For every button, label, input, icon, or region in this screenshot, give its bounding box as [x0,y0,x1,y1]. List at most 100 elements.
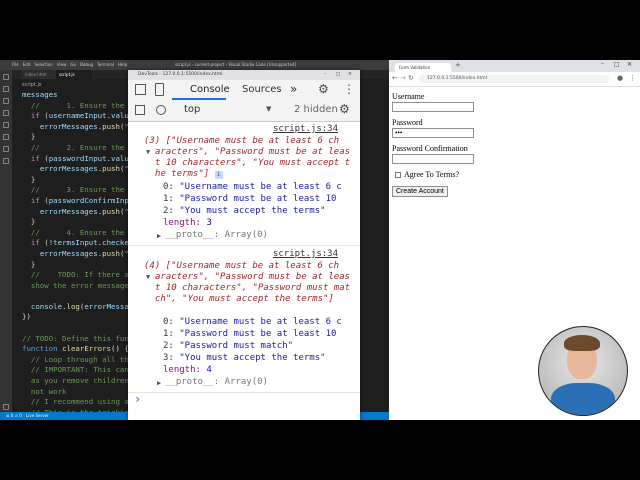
log-summary-line: t 10 characters", "Password must mat [155,283,351,293]
array-proto[interactable]: __proto__: Array(0) [165,230,268,241]
username-label: Username [392,92,425,101]
problems-status[interactable]: ⊗ 0 ⚠ 0 [6,412,22,420]
menu-edit[interactable]: Edit [23,62,31,67]
array-item: 2: "You must accept the terms" [163,206,326,216]
context-dropdown-icon[interactable]: ▼ [266,105,271,113]
debug-icon[interactable] [3,110,9,116]
explorer-icon[interactable] [3,74,9,80]
hidden-messages-count[interactable]: 2 hidden [294,104,338,115]
username-input[interactable] [392,102,474,112]
array-item: 0: "Username must be at least 6 c [163,182,342,192]
menu-terminal[interactable]: Terminal [97,62,114,67]
array-item: 0: "Username must be at least 6 c [163,317,342,327]
array-item: 1: "Password must be at least 10 [163,194,342,204]
live-share-icon[interactable] [3,146,9,152]
live-server-status[interactable]: Live Server [26,412,49,420]
collapse-triangle-icon[interactable]: ▶ [157,378,161,389]
log-summary-line[interactable]: (4) ["Username must be at least 6 ch [144,261,339,272]
password-confirmation-input[interactable] [392,154,474,164]
devtools-tabbar: Console Sources » ⚙ ⋮ [128,80,360,101]
tab-sources[interactable]: Sources [242,84,282,95]
tab-script-js[interactable]: script.js [56,70,92,79]
gear-icon[interactable]: ⚙ [318,82,329,96]
info-icon[interactable]: i [214,171,223,179]
url-text: 127.0.0.1:5500/index.html [427,76,487,81]
maximize-icon[interactable]: □ [614,61,620,68]
log-separator [128,245,360,246]
menu-view[interactable]: View [57,62,67,67]
array-item: 1: "Password must be at least 10 [163,329,342,339]
minimize-icon[interactable]: – [601,60,604,67]
tab-console[interactable]: Console [172,80,230,100]
menu-selection[interactable]: Selection [34,62,52,67]
menu-help[interactable]: Help [118,62,127,67]
close-icon[interactable]: ✕ [627,61,632,68]
console-settings-icon[interactable]: ⚙ [339,102,350,116]
expand-triangle-icon[interactable]: ▼ [146,272,150,283]
devtools-title: DevTools - 127.0.0.1:5500/index.html [138,72,223,77]
remote-icon[interactable] [3,134,9,140]
console-output: script.js:34 (3) ["Username must be at l… [128,121,360,420]
array-proto[interactable]: __proto__: Array(0) [165,377,268,388]
expand-triangle-icon[interactable]: ▼ [146,147,150,158]
browser-tab-title: Form Validation [399,65,431,70]
create-account-button[interactable]: Create Account [392,186,448,197]
reload-icon[interactable]: ↻ [408,74,414,82]
array-length: length: 4 [163,365,212,375]
new-tab-icon[interactable]: + [455,61,461,69]
device-toolbar-icon[interactable] [155,83,164,96]
console-prompt[interactable]: › [134,393,141,405]
tab-console-label: Console [190,84,230,95]
vscode-titlebar: File Edit Selection View Go Debug Terminal Help… [0,60,390,70]
settings-sync-icon[interactable] [3,158,9,164]
log-separator [128,392,360,393]
tab-label: index.html [25,72,47,77]
sidebar-toggle-icon[interactable] [135,105,145,115]
vscode-title: script.js - current-project - Visual Stu… [175,62,297,67]
password-confirmation-label: Password Confirmation [392,144,468,153]
breadcrumb[interactable]: script.js [22,82,42,88]
terms-label: Agree To Terms? [404,170,460,179]
menu-kebab-icon[interactable]: ⋮ [629,74,636,82]
log-summary-line: t 10 characters", "You must accept t [155,158,351,168]
log-summary-line[interactable]: (3) ["Username must be at least 6 ch [144,136,339,147]
gear-icon[interactable] [3,404,9,410]
tab-index-html[interactable]: index.html [22,70,58,79]
log-summary-line: aracters", "Password must be at leas [155,272,351,282]
extensions-icon[interactable] [3,122,9,128]
menu-file[interactable]: File [12,62,19,67]
inspect-element-icon[interactable] [135,84,146,95]
search-icon[interactable] [3,86,9,92]
array-length: length: 3 [163,218,212,228]
forward-icon[interactable]: → [400,74,406,82]
close-icon[interactable]: ✕ [348,70,352,80]
log-source-link[interactable]: script.js:34 [273,124,338,135]
vscode-menu[interactable]: File Edit Selection View Go Debug Terminal Help [12,60,131,70]
log-source-link[interactable]: script.js:34 [273,249,338,260]
clear-console-icon[interactable] [156,105,166,115]
password-input[interactable]: ••• [392,128,474,138]
more-tabs-icon[interactable]: » [290,82,297,96]
url-bar[interactable]: 127.0.0.1:5500/index.html [419,75,609,83]
context-selector[interactable]: top [184,104,200,115]
shirt-shape [551,383,615,415]
menu-debug[interactable]: Debug [80,62,93,67]
devtools-titlebar: DevTools - 127.0.0.1:5500/index.html – □… [128,70,360,80]
back-icon[interactable]: ← [392,74,398,82]
console-toolbar: top ▼ 2 hidden ⚙ [128,100,360,122]
kebab-menu-icon[interactable]: ⋮ [343,82,355,96]
maximize-icon[interactable]: □ [336,70,340,80]
terms-checkbox[interactable] [395,172,401,178]
profile-icon[interactable]: ● [617,74,623,82]
menu-go[interactable]: Go [70,62,76,67]
log-summary-line: he terms"] i [155,169,223,180]
activity-bar [0,70,12,412]
password-label: Password [392,118,423,127]
source-control-icon[interactable] [3,98,9,104]
webcam-overlay [538,326,628,416]
log-summary-line: aracters", "Password must be at leas [155,147,351,157]
collapse-triangle-icon[interactable]: ▶ [157,231,161,242]
minimize-icon[interactable]: – [324,70,326,80]
devtools-window: DevTools - 127.0.0.1:5500/index.html – □… [128,70,360,420]
browser-tab[interactable]: Form Validation [395,63,451,72]
